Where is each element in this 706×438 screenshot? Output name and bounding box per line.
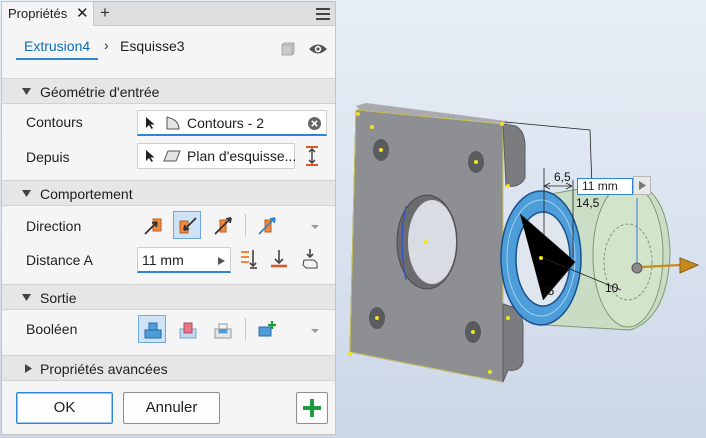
- breadcrumb-link-extrusion[interactable]: Extrusion4: [16, 34, 99, 60]
- contours-selector[interactable]: Contours - 2: [137, 110, 327, 136]
- dimension-accept-button[interactable]: [633, 176, 651, 195]
- section-title: Comportement: [40, 186, 133, 202]
- plane-icon: [163, 150, 181, 162]
- direction-label: Direction: [26, 218, 82, 234]
- dimension-label[interactable]: 10: [605, 281, 619, 295]
- eye-icon[interactable]: [308, 42, 328, 56]
- section-advanced[interactable]: Propriétés avancées: [2, 355, 335, 381]
- boolean-label: Booléen: [26, 321, 78, 337]
- chevron-down-icon[interactable]: [310, 224, 320, 230]
- depuis-selector[interactable]: Plan d'esquisse...: [137, 143, 297, 169]
- breadcrumb-separator: ›: [104, 37, 109, 53]
- dimension-label[interactable]: 6,5: [554, 170, 571, 184]
- direction-symmetric-button[interactable]: [208, 211, 236, 239]
- collapse-triangle-icon: [22, 190, 31, 197]
- breadcrumb-current: Esquisse3: [120, 38, 185, 54]
- direction-flipped-icon: [179, 217, 197, 234]
- dimension-edit-input[interactable]: 11 mm: [577, 178, 633, 195]
- intersect-icon: [214, 323, 232, 339]
- depuis-label: Depuis: [26, 149, 70, 165]
- new-solid-button[interactable]: [252, 315, 280, 343]
- graphics-viewport[interactable]: 6,5 14,5 15 10 11 mm: [337, 0, 706, 438]
- manipulator-origin[interactable]: [631, 262, 643, 274]
- cursor-arrow-icon: [146, 150, 155, 162]
- tab-close-icon[interactable]: ✕: [76, 2, 89, 26]
- breadcrumb: Extrusion4 › Esquisse3: [2, 34, 335, 64]
- depuis-value: Plan d'esquisse...: [187, 148, 297, 164]
- section-title: Propriétés avancées: [40, 361, 168, 377]
- cube-icon[interactable]: [281, 42, 295, 56]
- dimension-label[interactable]: 15: [541, 284, 555, 298]
- clear-selection-icon[interactable]: [307, 116, 322, 131]
- toolbar-divider: [245, 318, 246, 340]
- tab-properties[interactable]: Propriétés ✕: [2, 2, 94, 26]
- boolean-cut-button[interactable]: [173, 315, 201, 343]
- direction-symmetric-icon: [214, 217, 232, 235]
- distance-label: Distance A: [26, 252, 93, 268]
- chevron-down-icon[interactable]: [310, 328, 320, 334]
- play-arrow-icon[interactable]: [218, 257, 225, 265]
- section-output[interactable]: Sortie: [2, 284, 335, 310]
- direction-default-icon: [144, 218, 162, 235]
- expand-triangle-icon: [25, 364, 32, 373]
- cut-icon: [179, 322, 197, 339]
- boolean-intersect-button[interactable]: [208, 315, 236, 343]
- section-title: Géométrie d'entrée: [40, 84, 160, 100]
- cancel-button[interactable]: Annuler: [123, 392, 220, 424]
- model-view: 6,5 14,5 15 10: [348, 103, 700, 383]
- tab-title: Propriétés: [8, 6, 68, 21]
- boolean-join-button[interactable]: [138, 315, 166, 343]
- panel-tab-bar: Propriétés ✕ +: [2, 2, 335, 26]
- from-plane-extent-icon[interactable]: [304, 146, 320, 166]
- new-solid-icon: [258, 321, 276, 337]
- collapse-triangle-icon: [22, 88, 31, 95]
- section-input-geometry[interactable]: Géométrie d'entrée: [2, 78, 335, 104]
- extent-to-next-icon[interactable]: [270, 249, 288, 269]
- plus-icon: [303, 399, 321, 417]
- contours-value: Contours - 2: [187, 115, 265, 131]
- join-icon: [144, 322, 162, 339]
- section-behavior[interactable]: Comportement: [2, 180, 335, 206]
- distance-input[interactable]: 11 mm: [137, 247, 231, 273]
- add-tab-icon[interactable]: +: [100, 2, 110, 24]
- profile-region-icon: [166, 116, 180, 130]
- extent-to-face-icon[interactable]: [301, 248, 319, 270]
- extrusion-end-face: [592, 182, 664, 328]
- extent-arrow-head[interactable]: [679, 257, 700, 274]
- play-arrow-icon: [639, 181, 646, 190]
- dimension-label[interactable]: 14,5: [576, 196, 600, 210]
- distance-value: 11 mm: [142, 252, 184, 268]
- toolbar-divider: [245, 214, 246, 236]
- direction-asymmetric-button[interactable]: [252, 211, 280, 239]
- apply-add-button[interactable]: [296, 392, 328, 424]
- bore-through: [408, 200, 456, 284]
- extent-distance-icon[interactable]: [240, 249, 258, 269]
- direction-asymmetric-icon: [258, 217, 276, 235]
- cursor-arrow-icon: [146, 117, 155, 129]
- direction-flipped-button[interactable]: [173, 211, 201, 239]
- direction-default-button[interactable]: [138, 211, 166, 239]
- hamburger-menu-icon[interactable]: [316, 6, 330, 20]
- collapse-triangle-icon: [22, 294, 31, 301]
- section-title: Sortie: [40, 290, 77, 306]
- upper-flange: [502, 123, 526, 187]
- properties-panel: Propriétés ✕ + Extrusion4 › Esquisse3 Gé…: [1, 1, 336, 435]
- contours-label: Contours: [26, 114, 83, 130]
- ok-button[interactable]: OK: [16, 392, 113, 424]
